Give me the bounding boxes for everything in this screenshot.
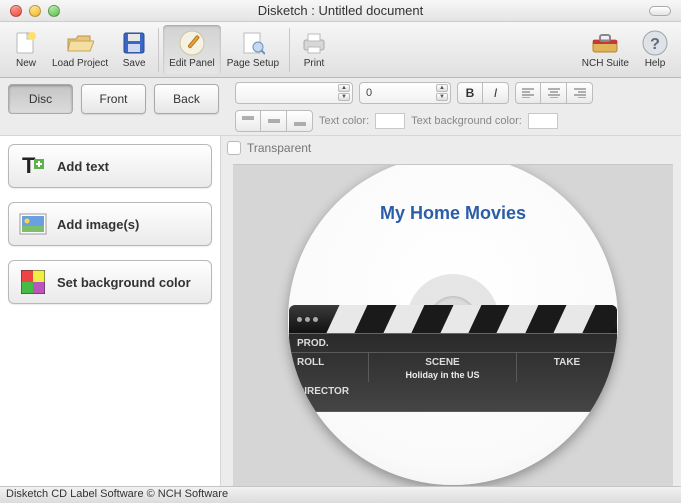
zoom-window-button[interactable] xyxy=(48,5,60,17)
tab-disc[interactable]: Disc xyxy=(8,84,73,114)
valign-middle-button[interactable] xyxy=(261,110,287,132)
toolbar-pill-button[interactable] xyxy=(649,6,671,16)
edit-panel: T Add text Add image(s) Set background c… xyxy=(0,136,221,486)
text-bg-color-label: Text background color: xyxy=(411,115,522,127)
new-button[interactable]: New xyxy=(6,25,46,75)
add-image-button[interactable]: Add image(s) xyxy=(8,202,212,246)
save-icon xyxy=(120,30,148,56)
new-icon xyxy=(12,30,40,56)
clapper-stripes xyxy=(289,305,617,333)
clapper-roll-label: ROLL xyxy=(289,353,369,382)
window-title: Disketch : Untitled document xyxy=(0,3,681,18)
font-size-value: 0 xyxy=(366,87,372,99)
transparent-checkbox[interactable] xyxy=(227,141,241,155)
save-button[interactable]: Save xyxy=(114,25,154,75)
italic-button[interactable]: I xyxy=(483,82,509,104)
stepper-down-icon[interactable]: ▼ xyxy=(338,93,350,101)
edit-panel-label: Edit Panel xyxy=(169,58,215,69)
secondary-toolbar: Disc Front Back ▲▼ 0 ▲▼ B I xyxy=(0,78,681,136)
help-icon: ? xyxy=(641,30,669,56)
align-right-button[interactable] xyxy=(567,82,593,104)
text-bg-color-swatch[interactable] xyxy=(528,113,558,129)
valign-top-button[interactable] xyxy=(235,110,261,132)
bold-button[interactable]: B xyxy=(457,82,483,104)
align-center-button[interactable] xyxy=(541,82,567,104)
view-tabs: Disc Front Back xyxy=(0,78,227,135)
folder-open-icon xyxy=(66,30,94,56)
page-setup-button[interactable]: Page Setup xyxy=(221,25,285,75)
text-icon: T xyxy=(19,152,47,180)
font-size-input[interactable]: 0 ▲▼ xyxy=(359,82,451,104)
clapper-prod-label: PROD. xyxy=(289,334,617,352)
color-grid-icon xyxy=(19,268,47,296)
load-label: Load Project xyxy=(52,58,108,69)
print-button[interactable]: Print xyxy=(294,25,334,75)
close-window-button[interactable] xyxy=(10,5,22,17)
load-project-button[interactable]: Load Project xyxy=(46,25,114,75)
format-bar: ▲▼ 0 ▲▼ B I Text color: xyxy=(227,78,681,135)
disc-title-text[interactable]: My Home Movies xyxy=(288,203,618,224)
titlebar: Disketch : Untitled document xyxy=(0,0,681,22)
separator xyxy=(158,28,159,72)
stepper-up-icon[interactable]: ▲ xyxy=(436,84,448,92)
edit-panel-button[interactable]: Edit Panel xyxy=(163,25,221,75)
add-image-label: Add image(s) xyxy=(57,217,139,232)
page-setup-label: Page Setup xyxy=(227,58,279,69)
svg-text:?: ? xyxy=(650,36,660,53)
svg-text:T: T xyxy=(22,153,36,178)
align-left-button[interactable] xyxy=(515,82,541,104)
suite-label: NCH Suite xyxy=(582,58,629,69)
tab-front[interactable]: Front xyxy=(81,84,146,114)
separator xyxy=(289,28,290,72)
image-icon xyxy=(19,210,47,238)
stepper-up-icon[interactable]: ▲ xyxy=(338,84,350,92)
page-setup-icon xyxy=(239,30,267,56)
help-label: Help xyxy=(645,58,666,69)
minimize-window-button[interactable] xyxy=(29,5,41,17)
valign-bottom-button[interactable] xyxy=(287,110,313,132)
clapperboard-image[interactable]: PROD. ROLL SCENE Holiday in the US TAKE … xyxy=(289,305,617,412)
clapper-scene-value: Holiday in the US xyxy=(369,370,516,380)
new-label: New xyxy=(16,58,36,69)
print-icon xyxy=(300,30,328,56)
nch-suite-button[interactable]: NCH Suite xyxy=(576,25,635,75)
clapper-director-label: DIRECTOR xyxy=(289,382,617,411)
canvas-area: Transparent My Home Movies PROD. ROLL xyxy=(221,136,681,486)
font-family-combo[interactable]: ▲▼ xyxy=(235,82,353,104)
canvas-viewport[interactable]: My Home Movies PROD. ROLL SCENE Holid xyxy=(233,164,673,486)
workspace: T Add text Add image(s) Set background c… xyxy=(0,136,681,486)
set-bg-color-button[interactable]: Set background color xyxy=(8,260,212,304)
stepper-down-icon[interactable]: ▼ xyxy=(436,93,448,101)
help-button[interactable]: ? Help xyxy=(635,25,675,75)
print-label: Print xyxy=(304,58,325,69)
add-text-button[interactable]: T Add text xyxy=(8,144,212,188)
toolbox-icon xyxy=(591,30,619,56)
bg-color-label: Set background color xyxy=(57,275,191,290)
tab-back[interactable]: Back xyxy=(154,84,219,114)
disc-preview[interactable]: My Home Movies PROD. ROLL SCENE Holid xyxy=(288,164,618,485)
status-text: Disketch CD Label Software © NCH Softwar… xyxy=(6,488,228,500)
text-color-swatch[interactable] xyxy=(375,113,405,129)
transparent-label: Transparent xyxy=(247,141,311,155)
main-toolbar: New Load Project Save Edit Panel Page Se… xyxy=(0,22,681,78)
edit-panel-icon xyxy=(178,30,206,56)
clapper-take-label: TAKE xyxy=(517,353,617,382)
add-text-label: Add text xyxy=(57,159,109,174)
status-bar: Disketch CD Label Software © NCH Softwar… xyxy=(0,486,681,503)
clapper-scene-label: SCENE xyxy=(369,357,516,368)
text-color-label: Text color: xyxy=(319,115,369,127)
save-label: Save xyxy=(123,58,146,69)
